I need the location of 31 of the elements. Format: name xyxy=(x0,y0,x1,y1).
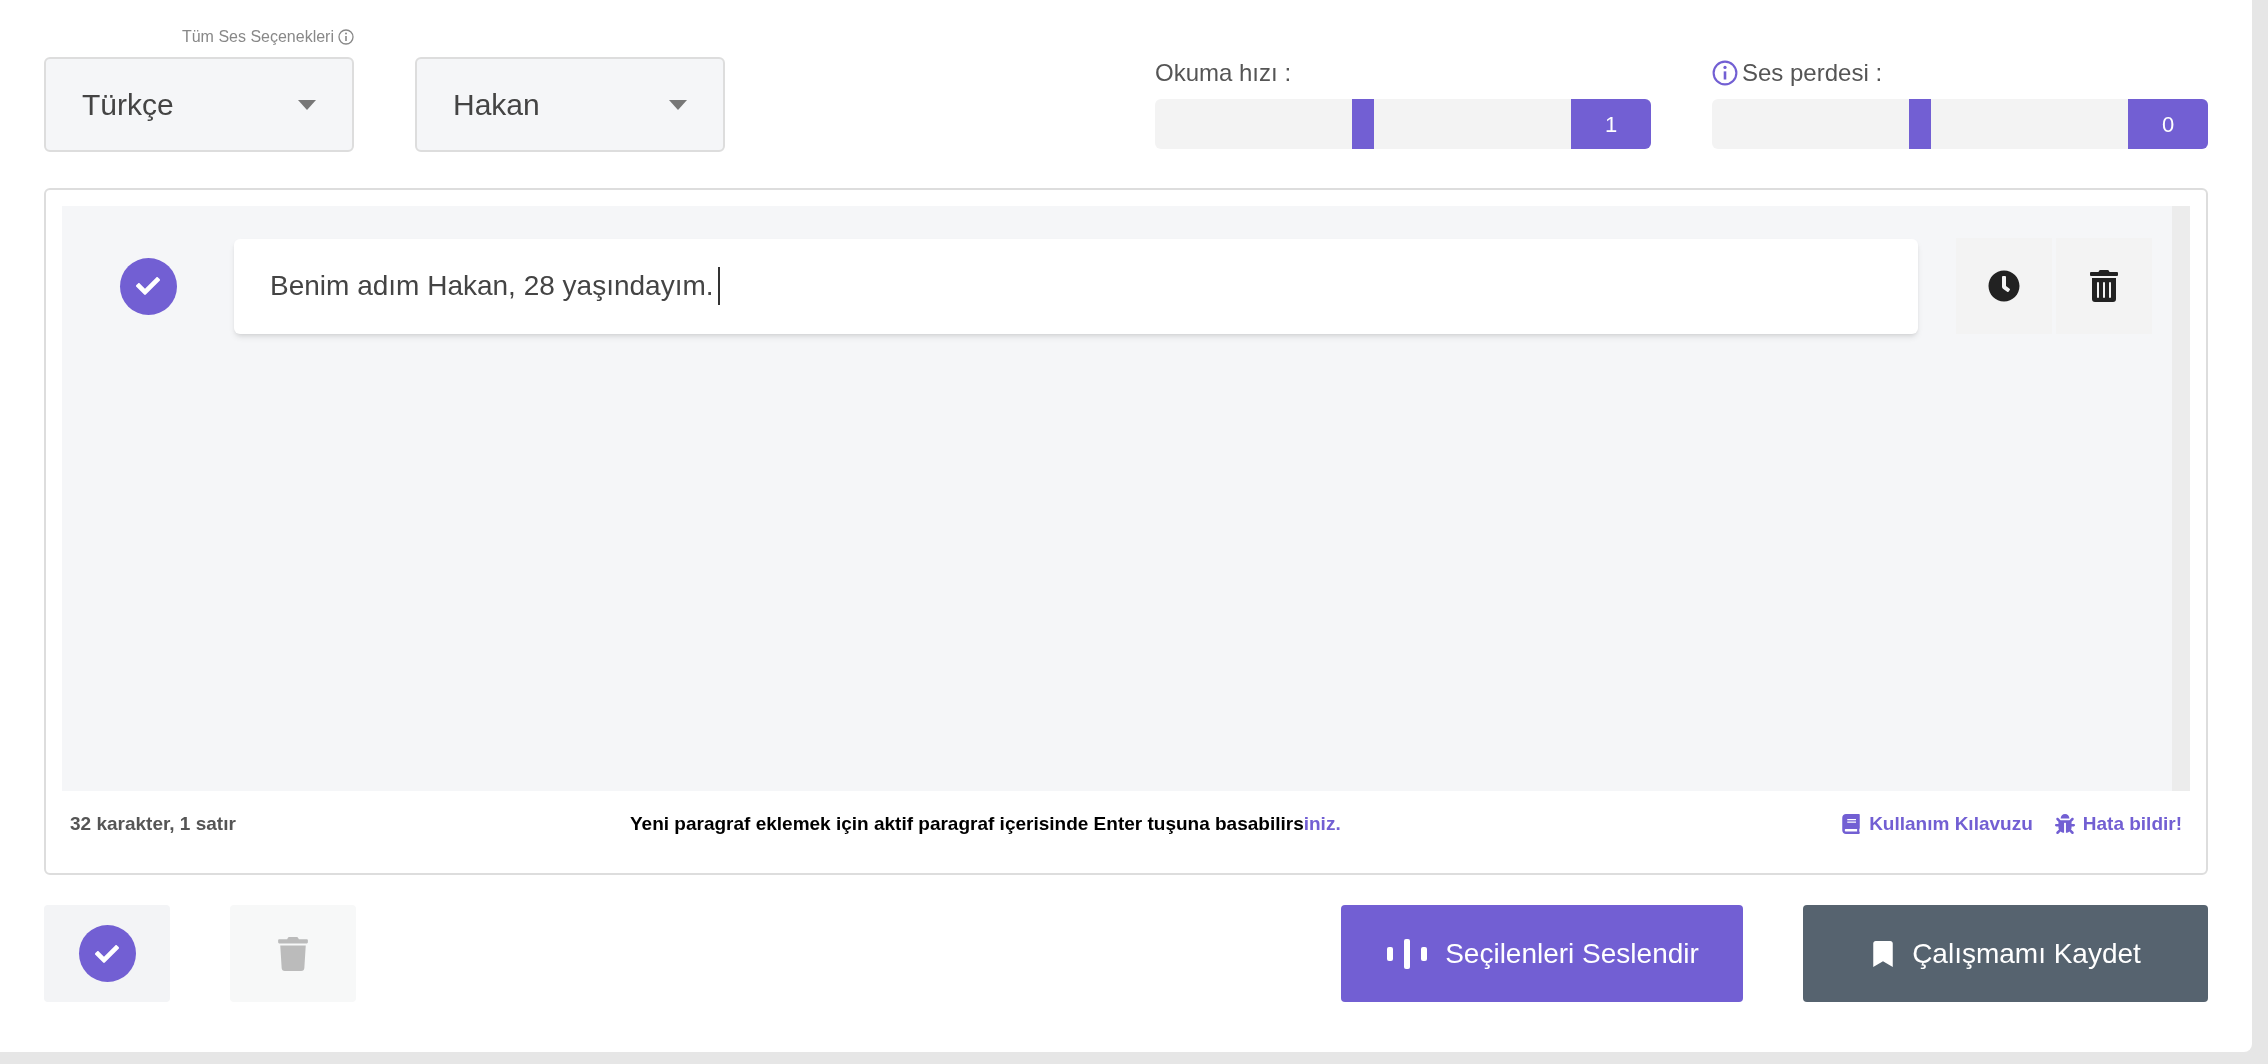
paragraph-field[interactable]: Benim adım Hakan, 28 yaşındayım. xyxy=(234,238,1918,334)
select-field[interactable]: Türkçe xyxy=(44,57,354,152)
hint-text: Yeni paragraf eklemek için aktif paragraf içerisinde Enter tuşuna basabilirsiniz. xyxy=(630,811,1341,836)
info-icon[interactable] xyxy=(1712,60,1738,86)
select-all-button[interactable] xyxy=(44,905,170,1002)
slider-label: Okuma hızı : xyxy=(1155,58,1292,88)
slider-value: 1 xyxy=(1571,99,1651,149)
book-icon xyxy=(1841,814,1862,834)
slider-label: Ses perdesi : xyxy=(1742,58,1883,88)
trash-icon xyxy=(276,936,310,971)
timer-button[interactable] xyxy=(1956,238,2052,334)
slider-thumb[interactable] xyxy=(1352,99,1374,149)
slider-thumb[interactable] xyxy=(1909,99,1931,149)
bug-report-link[interactable]: Hata bildir! xyxy=(2054,809,2182,839)
bug-icon xyxy=(2054,814,2075,834)
slider-value: 0 xyxy=(2128,99,2208,149)
delete-button[interactable] xyxy=(2056,238,2152,334)
speak-button[interactable]: Seçilenleri Seslendir xyxy=(1341,905,1743,1002)
caret-icon xyxy=(669,99,687,110)
clock-icon xyxy=(1988,270,2020,302)
info-icon[interactable] xyxy=(338,29,354,45)
guide-link[interactable]: Kullanım Kılavuzu xyxy=(1841,809,2033,839)
sound-bars-icon xyxy=(1385,938,1430,969)
check-icon xyxy=(136,274,160,298)
select-field[interactable]: Hakan xyxy=(415,57,725,152)
save-button[interactable]: Çalışmamı Kaydet xyxy=(1803,905,2208,1002)
caret-icon xyxy=(298,99,316,110)
voice-options-label: Tüm Ses Seçenekleri xyxy=(181,27,334,47)
character-count: 32 karakter, 1 satır xyxy=(70,811,237,836)
check-icon xyxy=(78,925,136,982)
trash-icon xyxy=(2088,270,2120,302)
